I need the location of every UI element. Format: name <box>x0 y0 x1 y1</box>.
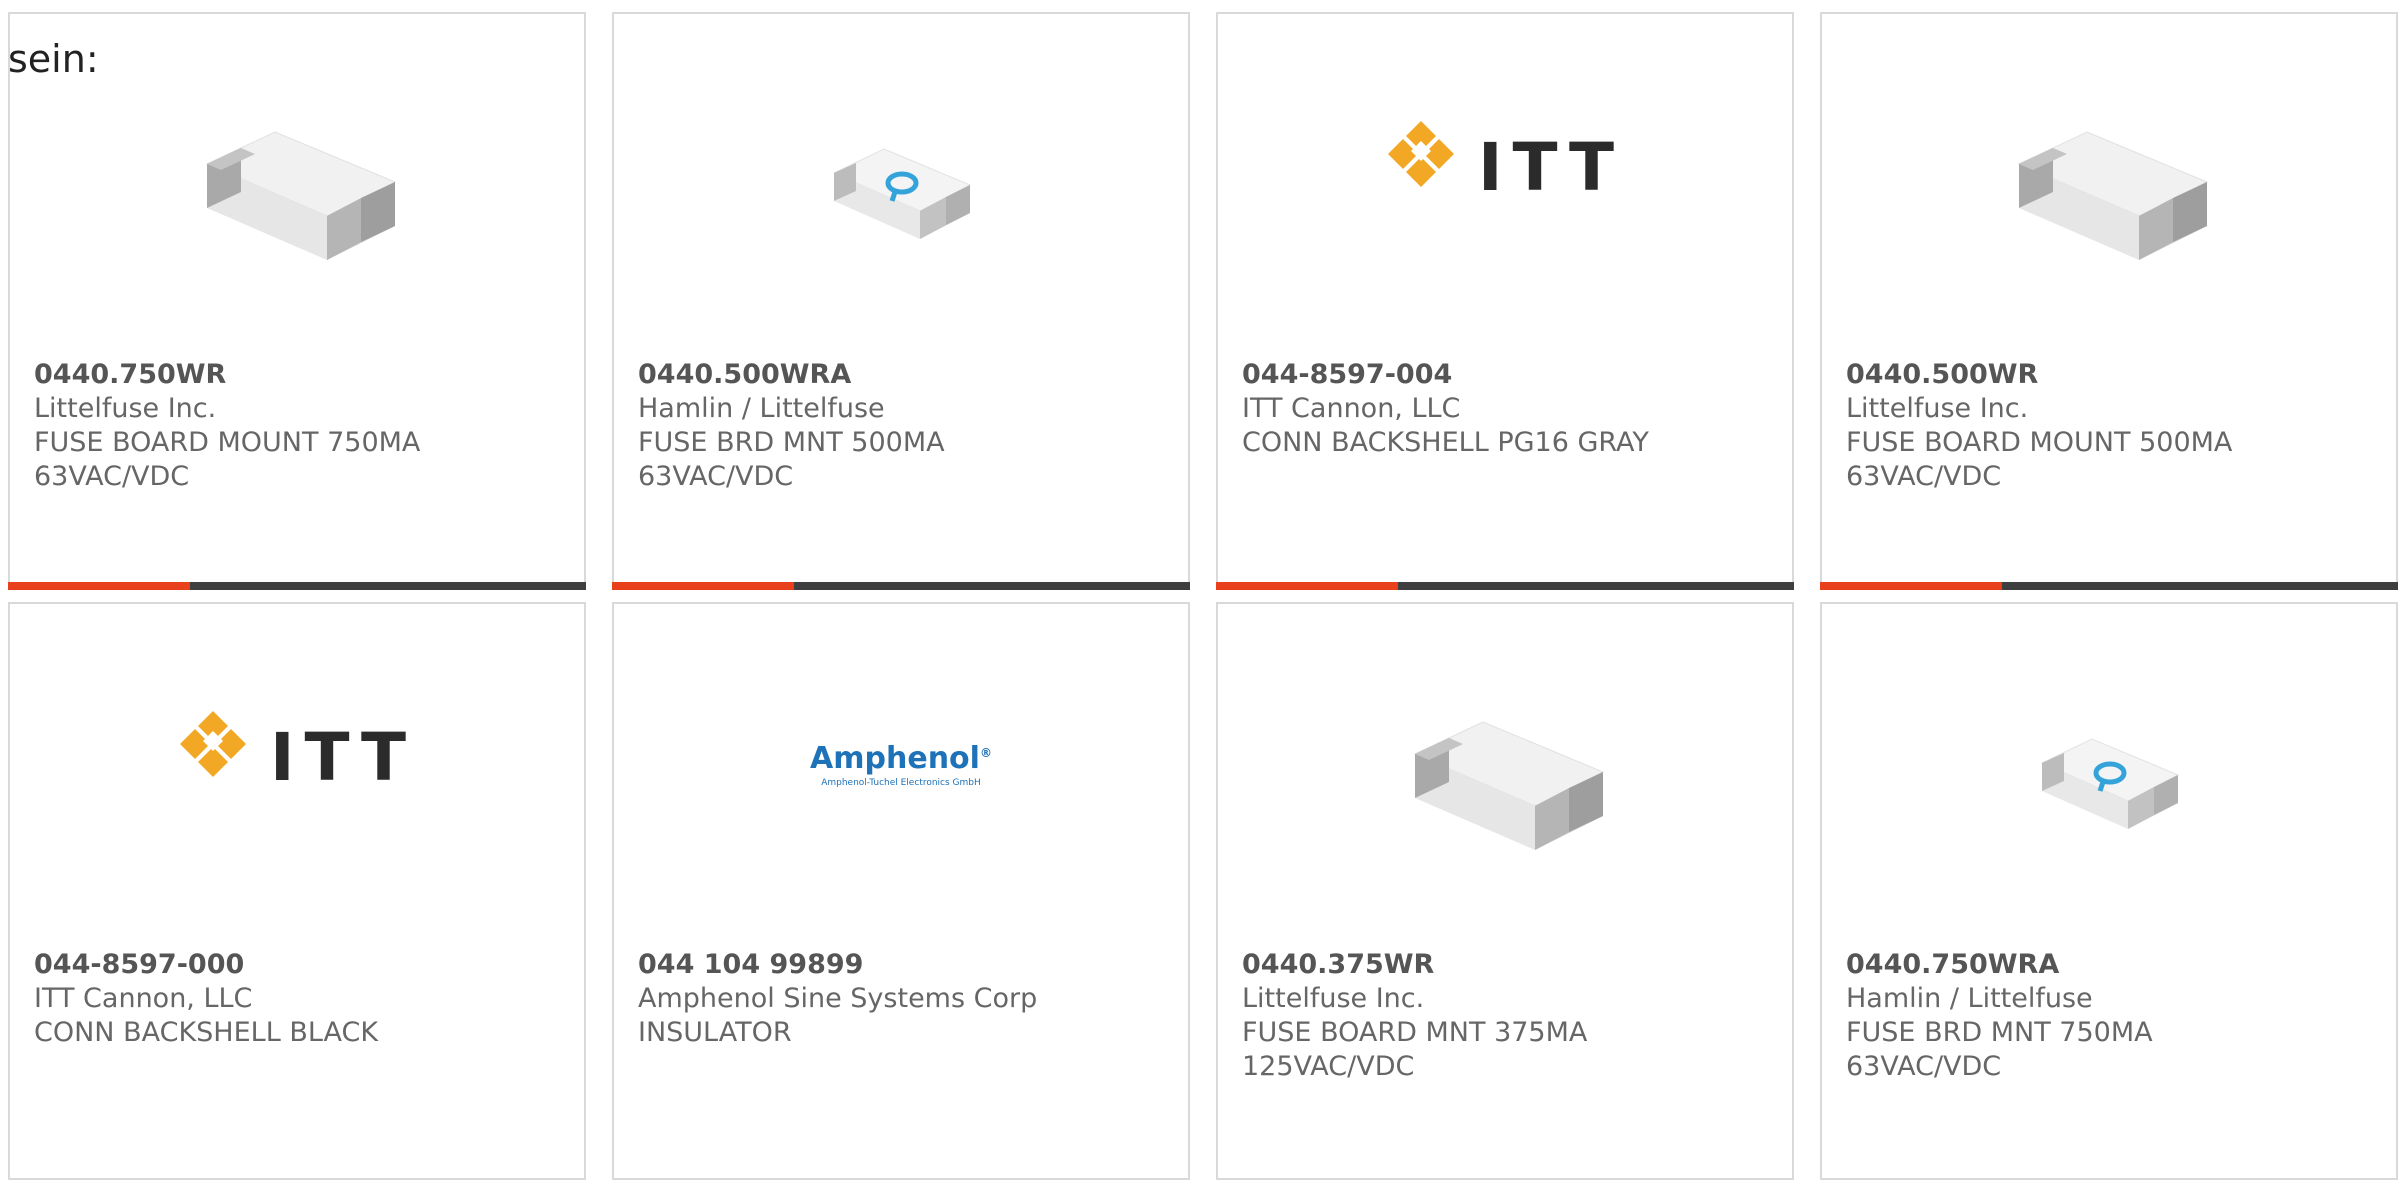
product-image[interactable]: ITT <box>10 644 584 844</box>
product-image[interactable]: ITT <box>1218 54 1792 254</box>
product-image[interactable] <box>1822 684 2396 884</box>
itt-mark-icon <box>179 711 246 777</box>
part-number[interactable]: 0440.750WR <box>34 358 560 392</box>
description-line: 125VAC/VDC <box>1242 1051 1415 1082</box>
product-card[interactable]: 0440.500WR Littelfuse Inc. FUSE BOARD MO… <box>1820 12 2398 590</box>
clear-smd-fuse-image <box>2040 738 2180 829</box>
itt-logo-text: ITT <box>1477 128 1625 206</box>
product-card[interactable]: Amphenol® Amphenol-Tuchel Electronics Gm… <box>612 602 1190 1180</box>
card-accent-bar <box>612 582 794 590</box>
product-card[interactable]: ITT 044-8597-000 ITT Cannon, LLC CONN BA… <box>8 602 586 1180</box>
part-number[interactable]: 0440.375WR <box>1242 948 1768 982</box>
manufacturer: Amphenol Sine Systems Corp <box>638 983 1038 1014</box>
manufacturer: Hamlin / Littelfuse <box>1846 983 2093 1014</box>
part-number[interactable]: 044-8597-004 <box>1242 358 1768 392</box>
part-number[interactable]: 0440.750WRA <box>1846 948 2372 982</box>
description-line: 63VAC/VDC <box>638 461 794 492</box>
product-card[interactable]: 0440.750WRA Hamlin / Littelfuse FUSE BRD… <box>1820 602 2398 1180</box>
product-info: 044-8597-000 ITT Cannon, LLC CONN BACKSH… <box>34 948 560 1050</box>
white-smd-fuse-image <box>205 131 397 260</box>
white-smd-fuse-image <box>2017 131 2209 260</box>
description-line: 63VAC/VDC <box>34 461 190 492</box>
product-card[interactable]: 0440.375WR Littelfuse Inc. FUSE BOARD MN… <box>1216 602 1794 1180</box>
manufacturer: Hamlin / Littelfuse <box>638 393 885 424</box>
card-bottom-bar <box>8 582 586 590</box>
product-info: 0440.500WR Littelfuse Inc. FUSE BOARD MO… <box>1846 358 2372 494</box>
product-image[interactable] <box>1218 684 1792 884</box>
description-line: FUSE BRD MNT 500MA <box>638 427 945 458</box>
description-line: 63VAC/VDC <box>1846 461 2002 492</box>
description-line: CONN BACKSHELL PG16 GRAY <box>1242 427 1649 458</box>
product-info: 0440.750WRA Hamlin / Littelfuse FUSE BRD… <box>1846 948 2372 1084</box>
card-accent-bar <box>8 582 190 590</box>
intro-text: sein: <box>8 37 99 81</box>
white-smd-fuse-image <box>1413 721 1605 850</box>
description-line: 63VAC/VDC <box>1846 1051 2002 1082</box>
product-card[interactable]: 0440.750WR Littelfuse Inc. FUSE BOARD MO… <box>8 12 586 590</box>
manufacturer: Littelfuse Inc. <box>34 393 217 424</box>
card-bottom-bar <box>612 582 1190 590</box>
description-line: CONN BACKSHELL BLACK <box>34 1017 379 1048</box>
product-info: 0440.750WR Littelfuse Inc. FUSE BOARD MO… <box>34 358 560 494</box>
product-grid: 0440.750WR Littelfuse Inc. FUSE BOARD MO… <box>8 12 2398 1180</box>
product-card[interactable]: ITT 044-8597-004 ITT Cannon, LLC CONN BA… <box>1216 12 1794 590</box>
product-info: 044-8597-004 ITT Cannon, LLC CONN BACKSH… <box>1242 358 1768 460</box>
product-info: 0440.375WR Littelfuse Inc. FUSE BOARD MN… <box>1242 948 1768 1084</box>
manufacturer: ITT Cannon, LLC <box>34 983 253 1014</box>
itt-logo: ITT <box>178 693 416 796</box>
manufacturer: Littelfuse Inc. <box>1242 983 1425 1014</box>
part-number[interactable]: 044 104 99899 <box>638 948 1164 982</box>
description-line: FUSE BOARD MNT 375MA <box>1242 1017 1588 1048</box>
description-line: FUSE BOARD MOUNT 500MA <box>1846 427 2233 458</box>
description-line: FUSE BRD MNT 750MA <box>1846 1017 2153 1048</box>
part-number[interactable]: 0440.500WRA <box>638 358 1164 392</box>
part-number[interactable]: 044-8597-000 <box>34 948 560 982</box>
card-bottom-bar <box>1216 582 1794 590</box>
itt-logo-text: ITT <box>269 718 417 796</box>
card-accent-bar <box>1820 582 2002 590</box>
description-line: INSULATOR <box>638 1017 792 1048</box>
description-line: FUSE BOARD MOUNT 750MA <box>34 427 421 458</box>
manufacturer: Littelfuse Inc. <box>1846 393 2029 424</box>
manufacturer: ITT Cannon, LLC <box>1242 393 1461 424</box>
product-image[interactable] <box>1822 94 2396 294</box>
product-image[interactable] <box>614 94 1188 294</box>
product-card[interactable]: 0440.500WRA Hamlin / Littelfuse FUSE BRD… <box>612 12 1190 590</box>
product-info: 044 104 99899 Amphenol Sine Systems Corp… <box>638 948 1164 1050</box>
amphenol-logo-subtext: Amphenol-Tuchel Electronics GmbH <box>821 777 981 788</box>
product-info: 0440.500WRA Hamlin / Littelfuse FUSE BRD… <box>638 358 1164 494</box>
amphenol-logo: Amphenol® Amphenol-Tuchel Electronics Gm… <box>810 741 992 788</box>
card-accent-bar <box>1216 582 1398 590</box>
product-image[interactable]: Amphenol® Amphenol-Tuchel Electronics Gm… <box>614 664 1188 864</box>
amphenol-logo-text: Amphenol® <box>810 740 992 776</box>
clear-smd-fuse-image <box>832 148 972 239</box>
itt-logo: ITT <box>1386 103 1624 206</box>
itt-mark-icon <box>1387 121 1454 187</box>
product-image[interactable] <box>10 94 584 294</box>
part-number[interactable]: 0440.500WR <box>1846 358 2372 392</box>
card-bottom-bar <box>1820 582 2398 590</box>
